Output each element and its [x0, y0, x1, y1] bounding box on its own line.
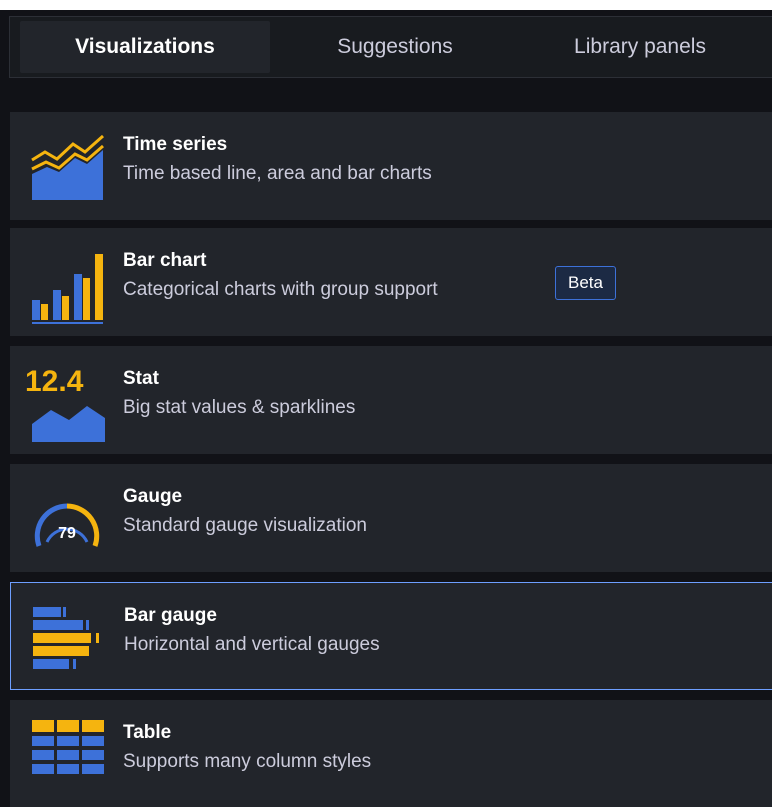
card-title: Gauge: [123, 486, 183, 507]
beta-badge: Beta: [555, 266, 616, 300]
tab-library-panels[interactable]: Library panels: [520, 21, 760, 73]
top-strip: [0, 0, 772, 10]
tab-bar: Visualizations Suggestions Library panel…: [9, 16, 772, 78]
card-title: Table: [123, 722, 172, 743]
card-title: Time series: [123, 134, 228, 155]
card-description: Standard gauge visualization: [123, 515, 368, 536]
tab-visualizations[interactable]: Visualizations: [20, 21, 270, 73]
bar-gauge-icon: [30, 603, 106, 679]
card-title: Bar chart: [123, 250, 207, 271]
viz-card-gauge[interactable]: 79 Gauge Standard gauge visualization: [10, 464, 772, 572]
tab-suggestions[interactable]: Suggestions: [270, 21, 520, 73]
card-description: Horizontal and vertical gauges: [124, 634, 380, 655]
table-icon: [29, 720, 105, 796]
bar-chart-icon: [29, 248, 105, 324]
card-description: Supports many column styles: [123, 751, 372, 772]
viz-card-table[interactable]: Table Supports many column styles: [10, 700, 772, 807]
card-description: Time based line, area and bar charts: [123, 163, 432, 184]
card-title: Bar gauge: [124, 605, 217, 626]
card-description: Categorical charts with group support: [123, 279, 438, 300]
viz-card-time-series[interactable]: Time series Time based line, area and ba…: [10, 112, 772, 220]
viz-card-stat[interactable]: 12.4 Stat Big stat values & sparklines: [10, 346, 772, 454]
time-series-icon: [29, 132, 105, 208]
card-title: Stat: [123, 368, 159, 389]
gauge-icon: 79: [29, 484, 105, 560]
card-description: Big stat values & sparklines: [123, 397, 356, 418]
stat-icon: 12.4: [25, 366, 105, 442]
gauge-icon-value: 79: [58, 525, 76, 542]
viz-card-bar-gauge[interactable]: Bar gauge Horizontal and vertical gauges: [10, 582, 772, 690]
viz-card-bar-chart[interactable]: Bar chart Categorical charts with group …: [10, 228, 772, 336]
